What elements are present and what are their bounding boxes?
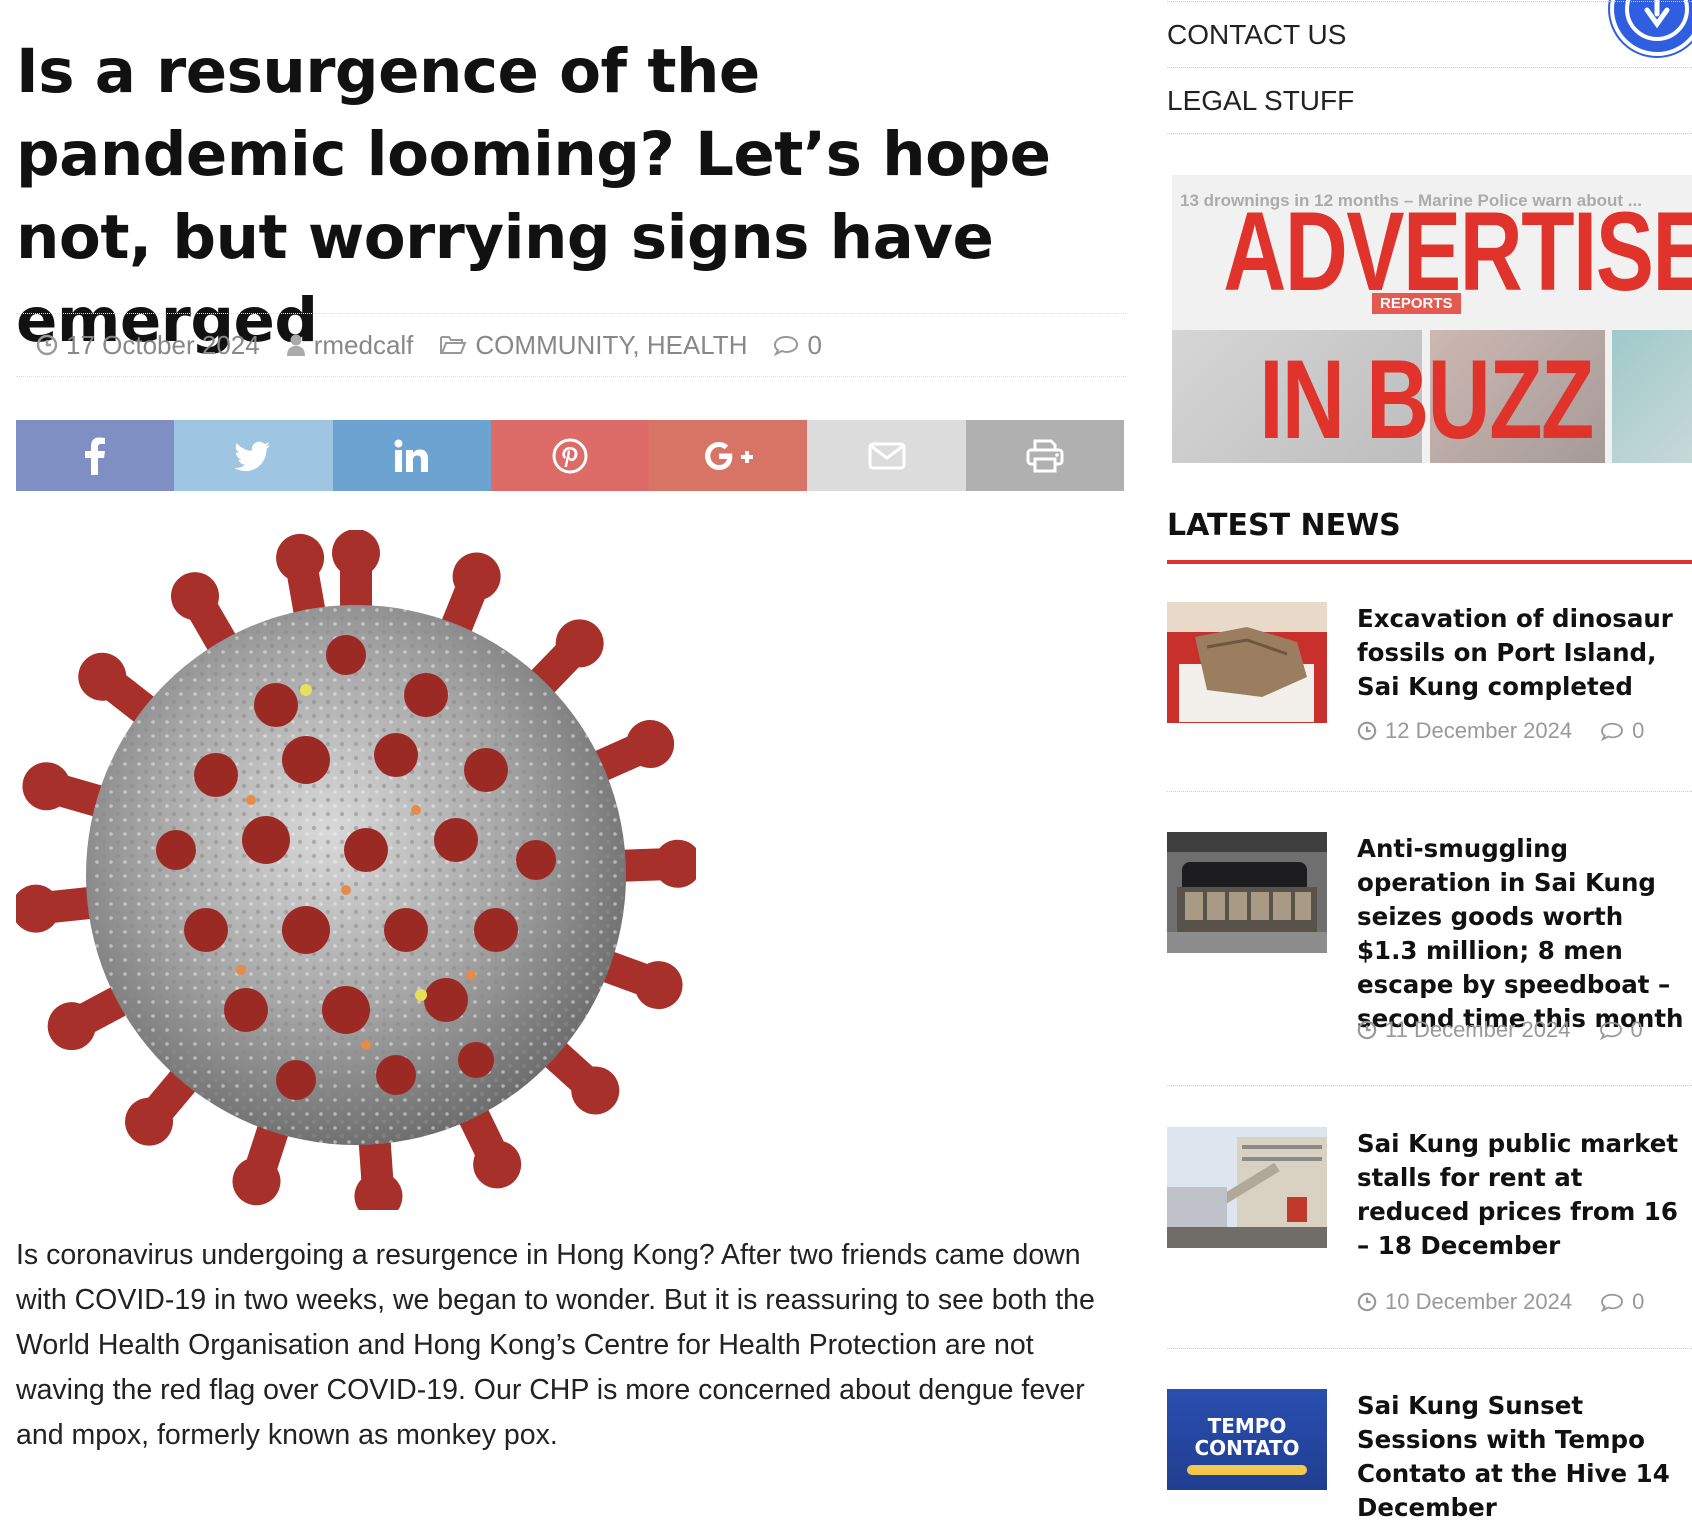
comment-icon <box>1601 1293 1624 1312</box>
article-author[interactable]: rmedcalf <box>314 330 414 361</box>
article-categories[interactable]: COMMUNITY, HEALTH <box>475 330 747 361</box>
news-divider <box>1167 1085 1692 1086</box>
share-email-button[interactable] <box>807 420 966 491</box>
news-comments[interactable]: 0 <box>1600 718 1644 744</box>
share-pinterest-button[interactable] <box>490 420 650 491</box>
clock-icon <box>1357 721 1377 741</box>
clock-icon <box>1357 1292 1377 1312</box>
thumb-text-line1: TEMPO <box>1207 1414 1287 1438</box>
news-comment-count[interactable]: 0 <box>1631 1017 1643 1043</box>
news-thumbnail[interactable] <box>1167 832 1327 953</box>
news-comment-count[interactable]: 0 <box>1632 718 1644 744</box>
news-item: TEMPO CONTATO Sai Kung Sunset Sessions w… <box>1167 1389 1692 1522</box>
comment-icon <box>1601 722 1624 741</box>
nav-contact-us[interactable]: CONTACT US <box>1167 2 1692 68</box>
thumb-text-line2: CONTATO <box>1194 1436 1300 1460</box>
latest-news-title: LATEST NEWS <box>1167 508 1401 543</box>
article-comment-count[interactable]: 0 <box>807 330 821 361</box>
linkedin-icon <box>394 439 428 472</box>
news-date: 11 December 2024 <box>1385 1017 1571 1042</box>
tempo-contato-thumbnail: TEMPO CONTATO <box>1167 1389 1327 1490</box>
news-comments[interactable]: 0 <box>1599 1017 1643 1043</box>
news-comments[interactable]: 0 <box>1600 1289 1644 1315</box>
twitter-icon <box>235 441 271 471</box>
author-meta[interactable]: rmedcalf <box>286 330 414 361</box>
envelope-icon <box>868 442 906 469</box>
news-date: 12 December 2024 <box>1385 718 1573 743</box>
clock-icon <box>1357 1020 1377 1040</box>
article-meta: 17 October 2024 rmedcalf COMMUNITY, HEAL… <box>16 313 1126 377</box>
news-meta: 11 December 2024 0 <box>1357 1017 1643 1043</box>
news-meta: 12 December 2024 0 <box>1357 718 1644 744</box>
facebook-icon <box>85 437 106 475</box>
news-divider <box>1167 1348 1692 1349</box>
news-meta: 10 December 2024 0 <box>1357 1289 1644 1315</box>
article-date: 17 October 2024 <box>66 329 260 360</box>
dinosaur-fossil-thumbnail <box>1167 602 1327 723</box>
news-thumbnail[interactable]: TEMPO CONTATO <box>1167 1389 1327 1490</box>
news-headline[interactable]: Excavation of dinosaur fossils on Port I… <box>1357 602 1692 704</box>
news-headline[interactable]: Anti-smuggling operation in Sai Kung sei… <box>1357 832 1692 1036</box>
thumb-decoration <box>1187 1465 1307 1475</box>
user-icon <box>286 334 305 356</box>
latest-news-header: LATEST NEWS <box>1167 500 1692 564</box>
news-headline[interactable]: Sai Kung public market stalls for rent a… <box>1357 1127 1692 1263</box>
share-twitter-button[interactable] <box>174 420 333 491</box>
sidebar-nav: CONTACT US LEGAL STUFF <box>1167 1 1692 134</box>
date-meta: 17 October 2024 <box>36 330 260 361</box>
comment-icon <box>774 335 799 356</box>
comment-icon <box>1599 1021 1622 1040</box>
news-item: Anti-smuggling operation in Sai Kung sei… <box>1167 832 1692 1042</box>
folder-open-icon <box>440 336 467 354</box>
ad-headline-line2: IN BUZZ <box>1259 337 1594 462</box>
share-bar <box>16 420 1124 491</box>
category-meta[interactable]: COMMUNITY, HEALTH <box>439 330 747 361</box>
clock-icon <box>36 334 58 356</box>
printer-icon <box>1026 439 1064 472</box>
share-facebook-button[interactable] <box>16 420 175 491</box>
comments-meta[interactable]: 0 <box>773 330 822 361</box>
ad-headline-line1: ADVERTISE <box>1223 189 1692 314</box>
news-thumbnail[interactable] <box>1167 602 1327 723</box>
nav-legal-stuff[interactable]: LEGAL STUFF <box>1167 68 1692 134</box>
article-body: Is coronavirus undergoing a resurgence i… <box>16 1239 1095 1451</box>
news-comment-count[interactable]: 0 <box>1632 1289 1644 1315</box>
share-linkedin-button[interactable] <box>332 420 491 491</box>
news-item: Excavation of dinosaur fossils on Port I… <box>1167 602 1692 752</box>
google-plus-icon <box>705 441 754 470</box>
coronavirus-image <box>16 530 696 1210</box>
share-google-plus-button[interactable] <box>649 420 808 491</box>
news-divider <box>1167 791 1692 792</box>
pinterest-icon <box>552 438 588 473</box>
seized-goods-thumbnail <box>1167 832 1327 953</box>
news-item: Sai Kung public market stalls for rent a… <box>1167 1127 1692 1314</box>
share-print-button[interactable] <box>965 420 1124 491</box>
public-market-thumbnail <box>1167 1127 1327 1248</box>
news-date: 10 December 2024 <box>1385 1289 1573 1314</box>
advertise-banner[interactable]: 13 drownings in 12 months – Marine Polic… <box>1172 175 1692 463</box>
news-thumbnail[interactable] <box>1167 1127 1327 1248</box>
news-headline[interactable]: Sai Kung Sunset Sessions with Tempo Cont… <box>1357 1389 1692 1525</box>
